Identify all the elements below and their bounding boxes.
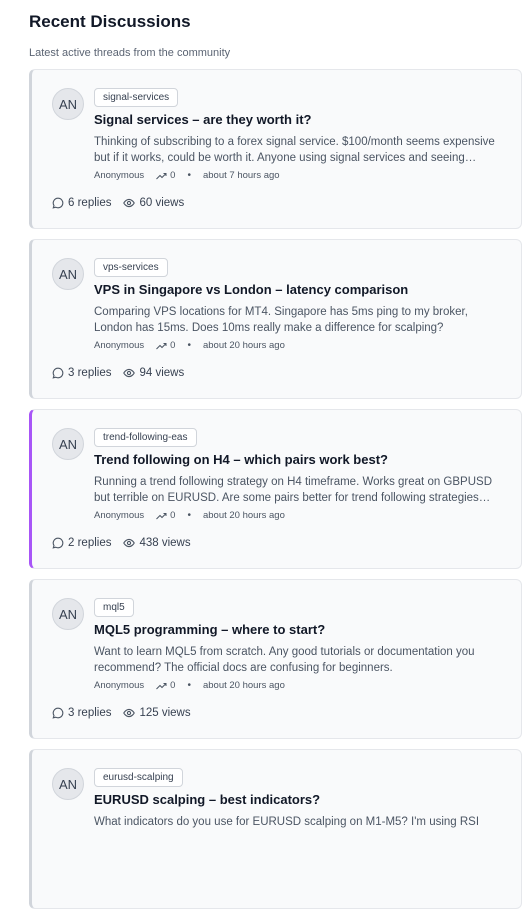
thread-author: Anonymous [94,680,145,691]
thread-meta: Anonymous 0 • about 7 hours ago [94,170,280,182]
thread-title[interactable]: Trend following on H4 – which pairs work… [94,452,504,468]
avatar: AN [52,428,84,460]
thread-meta: Anonymous 0 • about 20 hours ago [94,510,285,522]
thread-score: 0 [156,680,175,692]
thread-tag[interactable]: vps-services [94,258,168,277]
page-title: Recent Discussions [29,12,191,31]
thread-title[interactable]: MQL5 programming – where to start? [94,622,504,638]
meta-separator: • [187,680,191,691]
chat-bubble-icon [52,537,68,549]
trending-icon [156,172,170,180]
thread-card[interactable]: AN mql5 MQL5 programming – where to start?… [29,579,522,739]
thread-card[interactable]: AN vps-services VPS in Singapore vs London… [29,239,522,399]
score-value: 0 [170,680,176,691]
trending-icon [156,682,170,690]
page-subtitle: Latest active threads from the community [29,47,231,59]
thread-time: about 7 hours ago [202,170,280,181]
thread-title[interactable]: Signal services – are they worth it? [94,112,504,128]
eye-icon [123,707,139,719]
replies-count: 3 replies [52,366,111,380]
chat-bubble-icon [52,707,68,719]
score-value: 0 [170,170,176,181]
page-header: Recent Discussions Latest active threads… [29,12,230,60]
replies-count: 3 replies [52,706,111,720]
thread-score: 0 [156,170,175,182]
score-value: 0 [170,340,176,351]
thread-tag[interactable]: eurusd-scalping [94,768,183,787]
replies-label: 3 replies [68,707,112,719]
meta-separator: • [187,340,191,351]
thread-excerpt: Comparing VPS locations for MT4. Singapo… [94,306,468,334]
eye-icon [123,537,139,549]
trending-icon [156,342,170,350]
thread-stats: 3 replies 94 views [52,366,184,380]
views-count: 438 views [123,536,191,550]
thread-stats: 6 replies 60 views [52,196,184,210]
views-label: 438 views [139,537,191,549]
meta-separator: • [187,170,191,181]
thread-author: Anonymous [94,170,145,181]
views-label: 94 views [139,367,185,379]
avatar: AN [52,88,84,120]
eye-icon [123,367,139,379]
views-label: 60 views [139,197,185,209]
views-count: 94 views [123,366,184,380]
replies-label: 6 replies [68,197,112,209]
thread-excerpt: Want to learn MQL5 from scratch. Any goo… [94,646,475,674]
thread-tag[interactable]: signal-services [94,88,179,107]
thread-time: about 20 hours ago [202,680,285,691]
eye-icon [123,197,139,209]
thread-title[interactable]: VPS in Singapore vs London – latency com… [94,282,504,298]
thread-meta: Anonymous 0 • about 20 hours ago [94,680,285,692]
thread-tag[interactable]: trend-following-eas [94,428,197,447]
thread-card[interactable]: AN signal-services Signal services – are t… [29,69,522,229]
meta-separator: • [187,510,191,521]
thread-meta: Anonymous 0 • about 20 hours ago [94,340,285,352]
thread-score: 0 [156,340,175,352]
avatar: AN [52,258,84,290]
thread-title[interactable]: EURUSD scalping – best indicators? [94,792,504,808]
thread-stats: 2 replies 438 views [52,536,191,550]
thread-card[interactable]: AN eurusd-scalping EURUSD scalping – best … [29,749,522,909]
chat-bubble-icon [52,197,68,209]
thread-stats: 3 replies 125 views [52,706,191,720]
thread-time: about 20 hours ago [202,340,285,351]
thread-excerpt: Running a trend following strategy on H4… [94,476,492,504]
thread-card[interactable]: AN trend-following-eas Trend following on … [29,409,522,569]
score-value: 0 [170,510,176,521]
replies-label: 2 replies [68,537,112,549]
thread-score: 0 [156,510,175,522]
trending-icon [156,512,170,520]
thread-excerpt: Thinking of subscribing to a forex signa… [94,136,495,164]
views-label: 125 views [139,707,191,719]
thread-excerpt: What indicators do you use for EURUSD sc… [94,816,480,828]
avatar: AN [52,598,84,630]
thread-tag[interactable]: mql5 [94,598,134,617]
replies-count: 6 replies [52,196,111,210]
views-count: 125 views [123,706,191,720]
thread-author: Anonymous [94,510,145,521]
thread-author: Anonymous [94,340,145,351]
replies-label: 3 replies [68,367,112,379]
chat-bubble-icon [52,367,68,379]
avatar: AN [52,768,84,800]
thread-time: about 20 hours ago [202,510,285,521]
views-count: 60 views [123,196,184,210]
replies-count: 2 replies [52,536,111,550]
